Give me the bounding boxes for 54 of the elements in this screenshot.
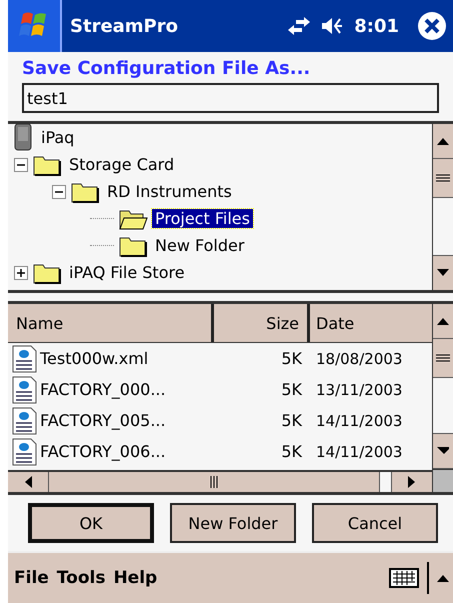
dialog-button[interactable]: Cancel — [312, 503, 438, 543]
horizontal-scrollbar[interactable] — [8, 470, 432, 492]
close-icon[interactable] — [417, 11, 447, 41]
tree-item[interactable]: Storage Card — [66, 155, 178, 174]
scroll-track[interactable] — [380, 472, 391, 492]
expander-icon[interactable] — [52, 184, 66, 198]
file-size: 5K — [280, 442, 304, 461]
connectivity-icon[interactable] — [286, 15, 312, 37]
tree-item[interactable]: New Folder — [152, 236, 248, 255]
keyboard-icon[interactable] — [389, 567, 419, 589]
expander-icon[interactable] — [14, 158, 28, 172]
xml-file-icon — [12, 344, 38, 372]
right-arrow-icon[interactable] — [408, 476, 416, 488]
file-date: 18/08/2003 — [315, 350, 404, 368]
file-name[interactable]: FACTORY_006... — [40, 442, 166, 461]
up-arrow-icon[interactable] — [437, 317, 449, 325]
filename-field[interactable]: test1 — [22, 83, 439, 113]
file-name[interactable]: Test000w.xml — [40, 349, 148, 368]
dialog-title: Save Configuration File As... — [21, 57, 312, 81]
file-date: 13/11/2003 — [315, 380, 404, 398]
tree-item[interactable]: iPaq — [38, 128, 78, 147]
menu-item[interactable]: File — [14, 568, 49, 588]
xml-file-icon — [12, 438, 38, 466]
column-header[interactable]: Name — [8, 304, 214, 342]
start-button[interactable] — [8, 0, 62, 52]
file-date: 14/11/2003 — [315, 412, 404, 430]
file-size: 5K — [280, 411, 304, 430]
up-arrow-icon[interactable] — [437, 574, 449, 582]
tree-item[interactable]: iPAQ File Store — [66, 263, 188, 282]
vertical-scrollbar[interactable] — [432, 124, 453, 290]
menu-item[interactable]: Help — [113, 568, 158, 588]
down-arrow-icon[interactable] — [437, 269, 449, 277]
column-header[interactable]: Date — [310, 304, 432, 342]
tree-item[interactable]: RD Instruments — [104, 182, 235, 201]
clock-time[interactable]: 8:01 — [354, 16, 399, 36]
tree-item[interactable]: Project Files — [152, 209, 253, 228]
file-date: 14/11/2003 — [315, 442, 404, 460]
file-name[interactable]: FACTORY_000... — [40, 380, 166, 399]
menu-item[interactable]: Tools — [56, 568, 106, 588]
handheld-device-icon — [12, 124, 34, 152]
expander-icon[interactable] — [14, 266, 28, 280]
file-size: 5K — [280, 349, 304, 368]
xml-file-icon — [12, 376, 38, 404]
dialog-button[interactable]: OK — [28, 503, 154, 543]
down-arrow-icon[interactable] — [437, 447, 449, 455]
file-name[interactable]: FACTORY_005... — [40, 411, 166, 430]
up-arrow-icon[interactable] — [437, 137, 449, 145]
file-size: 5K — [280, 380, 304, 399]
vertical-scrollbar[interactable] — [432, 304, 453, 492]
left-arrow-icon[interactable] — [24, 476, 32, 488]
dialog-button[interactable]: New Folder — [170, 503, 296, 543]
column-header[interactable]: Size — [214, 304, 310, 342]
app-title: StreamPro — [70, 16, 179, 36]
xml-file-icon — [12, 406, 38, 434]
